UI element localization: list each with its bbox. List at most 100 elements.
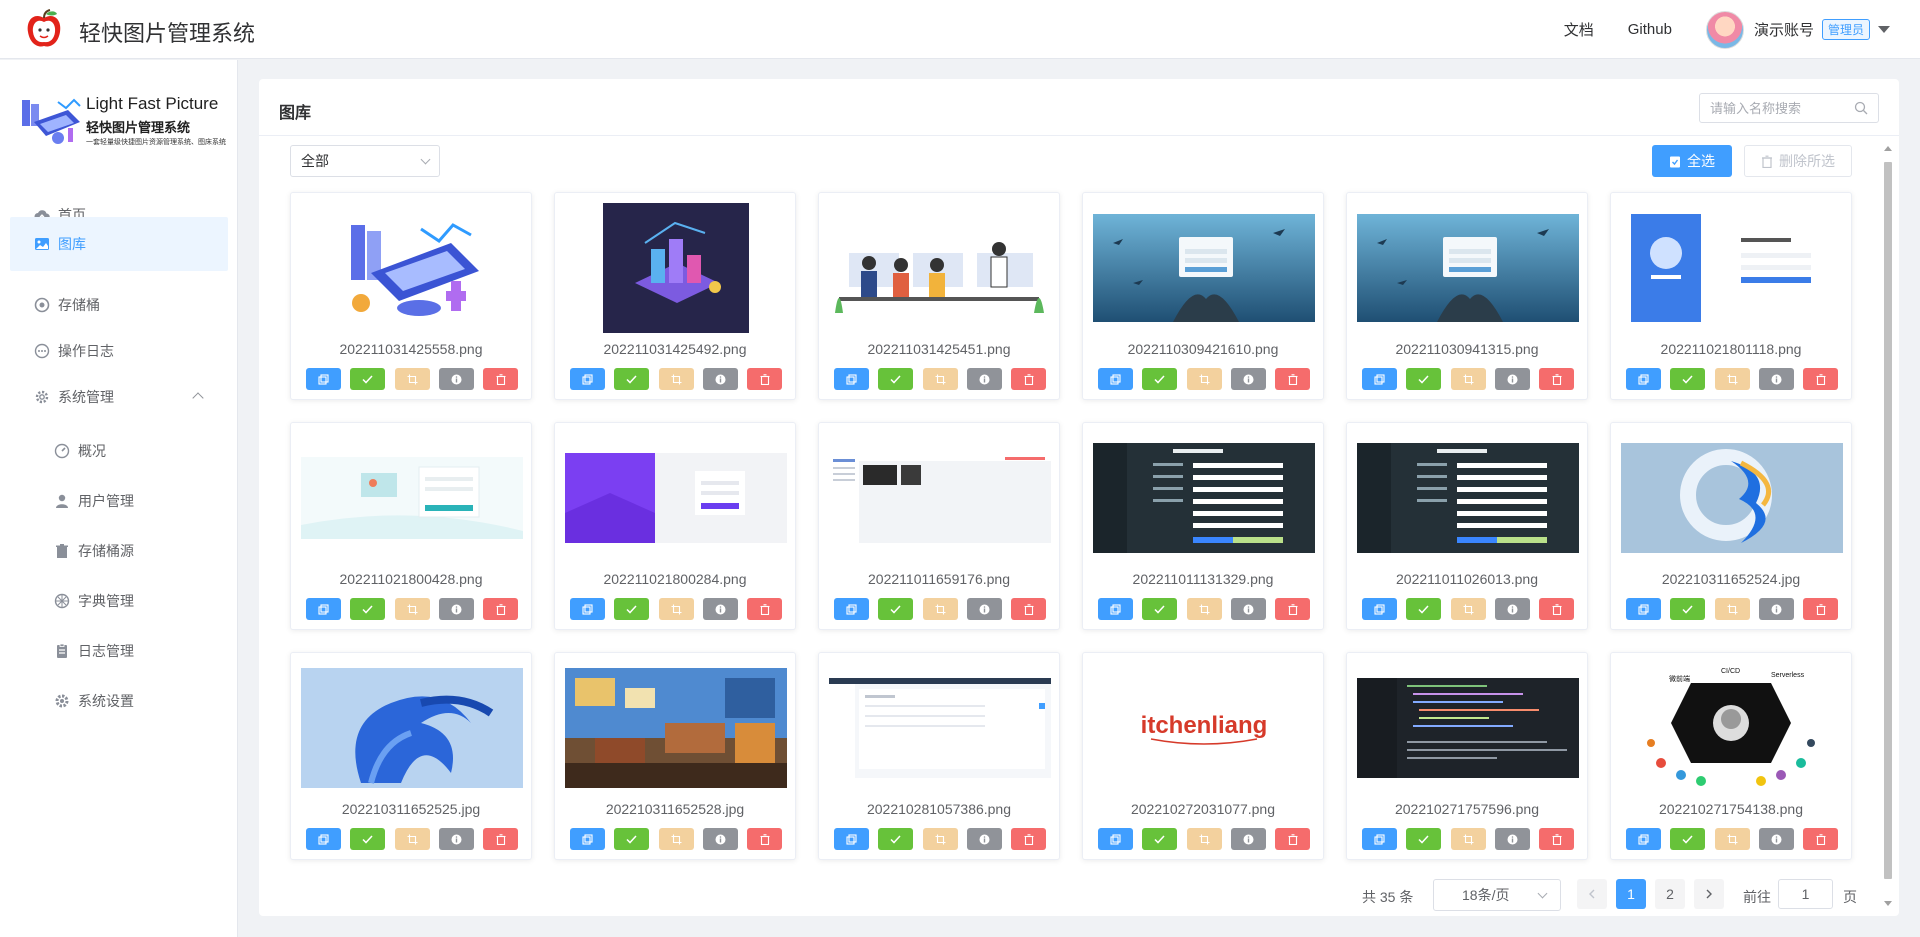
image-info-button[interactable]: [702, 598, 738, 620]
sidebar-subitem-settings[interactable]: 系统设置: [10, 676, 228, 726]
scrollbar-thumb[interactable]: [1884, 162, 1892, 879]
image-thumbnail[interactable]: [1357, 663, 1579, 793]
delete-image-button[interactable]: [1011, 368, 1046, 390]
image-thumbnail[interactable]: [829, 203, 1051, 333]
image-info-button[interactable]: [1494, 828, 1530, 850]
copy-link-button[interactable]: [834, 368, 869, 390]
crop-image-button[interactable]: [394, 368, 430, 390]
scrollbar[interactable]: [1881, 136, 1893, 916]
image-thumbnail[interactable]: [1093, 433, 1315, 563]
delete-image-button[interactable]: [1803, 828, 1838, 850]
apple-logo-icon[interactable]: [24, 8, 64, 50]
image-thumbnail[interactable]: [1093, 203, 1315, 333]
image-card[interactable]: 202211021801118.png: [1610, 192, 1852, 400]
select-image-button[interactable]: [350, 598, 386, 620]
delete-image-button[interactable]: [1011, 828, 1046, 850]
delete-selected-button[interactable]: 删除所选: [1744, 145, 1852, 177]
image-thumbnail[interactable]: [565, 203, 787, 333]
image-info-button[interactable]: [1758, 598, 1794, 620]
delete-image-button[interactable]: [1803, 598, 1838, 620]
image-info-button[interactable]: [966, 368, 1002, 390]
copy-link-button[interactable]: [834, 598, 869, 620]
select-image-button[interactable]: [1406, 598, 1442, 620]
delete-image-button[interactable]: [747, 828, 782, 850]
delete-image-button[interactable]: [1275, 598, 1310, 620]
image-info-button[interactable]: [702, 368, 738, 390]
image-card[interactable]: 202210281057386.png: [818, 652, 1060, 860]
image-card[interactable]: 202211031425492.png: [554, 192, 796, 400]
copy-link-button[interactable]: [306, 598, 341, 620]
delete-image-button[interactable]: [747, 598, 782, 620]
image-thumbnail[interactable]: [301, 663, 523, 793]
select-image-button[interactable]: [614, 828, 650, 850]
image-info-button[interactable]: [438, 598, 474, 620]
image-thumbnail[interactable]: [565, 663, 787, 793]
copy-link-button[interactable]: [306, 368, 341, 390]
caret-down-icon[interactable]: [1878, 26, 1890, 33]
image-thumbnail[interactable]: 微前端 Serverless CI/CD: [1621, 663, 1843, 793]
image-thumbnail[interactable]: [1621, 433, 1843, 563]
select-image-button[interactable]: [350, 368, 386, 390]
image-info-button[interactable]: [438, 368, 474, 390]
delete-image-button[interactable]: [1275, 828, 1310, 850]
image-card[interactable]: 202211030942161​0.png: [1082, 192, 1324, 400]
search-input[interactable]: [1710, 100, 1850, 116]
sidebar-subitem-users[interactable]: 用户管理: [10, 476, 228, 526]
select-image-button[interactable]: [1406, 368, 1442, 390]
image-info-button[interactable]: [1230, 828, 1266, 850]
copy-link-button[interactable]: [570, 598, 605, 620]
sidebar-subitem-overview[interactable]: 概况: [10, 426, 228, 476]
crop-image-button[interactable]: [1450, 598, 1486, 620]
copy-link-button[interactable]: [1626, 368, 1661, 390]
image-card[interactable]: 202210311652525.jpg: [290, 652, 532, 860]
crop-image-button[interactable]: [922, 828, 958, 850]
select-image-button[interactable]: [878, 828, 914, 850]
delete-image-button[interactable]: [483, 598, 518, 620]
delete-image-button[interactable]: [483, 828, 518, 850]
select-image-button[interactable]: [1142, 368, 1178, 390]
image-info-button[interactable]: [966, 828, 1002, 850]
image-card[interactable]: 微前端 Serverless CI/CD 202210271754138.png: [1610, 652, 1852, 860]
page-button-2[interactable]: 2: [1655, 879, 1685, 909]
search-box[interactable]: [1699, 93, 1879, 123]
select-image-button[interactable]: [1670, 828, 1706, 850]
delete-image-button[interactable]: [483, 368, 518, 390]
select-image-button[interactable]: [1670, 368, 1706, 390]
crop-image-button[interactable]: [394, 598, 430, 620]
image-card[interactable]: 202211011131329.png: [1082, 422, 1324, 630]
crop-image-button[interactable]: [658, 598, 694, 620]
image-info-button[interactable]: [966, 598, 1002, 620]
github-link[interactable]: Github: [1628, 21, 1672, 38]
image-card[interactable]: 202211011026013.png: [1346, 422, 1588, 630]
image-thumbnail[interactable]: [1621, 203, 1843, 333]
image-card[interactable]: 202210311652528.jpg: [554, 652, 796, 860]
crop-image-button[interactable]: [1714, 368, 1750, 390]
sidebar-subitem-logs[interactable]: 日志管理: [10, 626, 228, 676]
image-info-button[interactable]: [1758, 828, 1794, 850]
select-image-button[interactable]: [878, 368, 914, 390]
image-card[interactable]: 202211030941315.png: [1346, 192, 1588, 400]
copy-link-button[interactable]: [1362, 368, 1397, 390]
select-image-button[interactable]: [1142, 598, 1178, 620]
image-info-button[interactable]: [438, 828, 474, 850]
select-all-button[interactable]: 全选: [1652, 145, 1732, 177]
copy-link-button[interactable]: [1362, 598, 1397, 620]
crop-image-button[interactable]: [1186, 368, 1222, 390]
image-card[interactable]: 202211011659176.png: [818, 422, 1060, 630]
crop-image-button[interactable]: [1186, 598, 1222, 620]
delete-image-button[interactable]: [1539, 368, 1574, 390]
select-image-button[interactable]: [1142, 828, 1178, 850]
crop-image-button[interactable]: [394, 828, 430, 850]
crop-image-button[interactable]: [922, 598, 958, 620]
image-card[interactable]: 202210311652524.jpg: [1610, 422, 1852, 630]
search-icon[interactable]: [1854, 101, 1868, 115]
copy-link-button[interactable]: [1098, 598, 1133, 620]
image-info-button[interactable]: [1494, 598, 1530, 620]
copy-link-button[interactable]: [834, 828, 869, 850]
image-info-button[interactable]: [1494, 368, 1530, 390]
image-thumbnail[interactable]: [565, 433, 787, 563]
crop-image-button[interactable]: [658, 828, 694, 850]
image-info-button[interactable]: [702, 828, 738, 850]
image-thumbnail[interactable]: [1357, 433, 1579, 563]
image-thumbnail[interactable]: [829, 433, 1051, 563]
